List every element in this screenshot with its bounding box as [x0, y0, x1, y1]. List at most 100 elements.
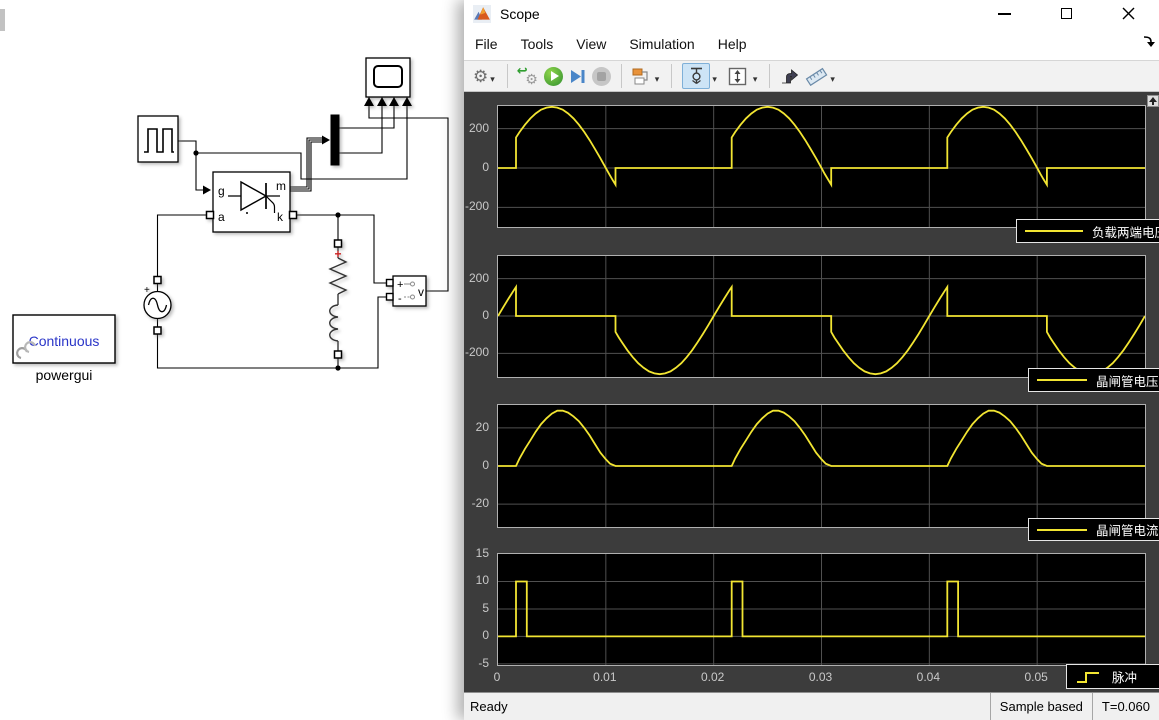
legend-line-icon — [1037, 378, 1087, 382]
x-axis-labels: 00.010.020.030.040.05 — [497, 670, 1159, 686]
scope-plot-load-voltage[interactable] — [497, 105, 1146, 228]
y-tick-label: 0 — [482, 628, 489, 642]
minimize-button[interactable] — [973, 0, 1035, 27]
status-sample-mode: Sample based — [990, 693, 1092, 720]
axes-menu-button[interactable] — [1147, 95, 1159, 107]
x-tick-label: 0.01 — [583, 670, 627, 684]
legend-label: 负载两端电压 — [1092, 222, 1159, 241]
y-tick-label: -20 — [472, 496, 489, 510]
terminal-k — [290, 212, 297, 219]
chevron-down-icon: ▾ — [753, 74, 758, 85]
trigger-button[interactable] — [777, 63, 802, 89]
resistor-icon — [330, 258, 346, 294]
menu-simulation[interactable]: Simulation — [629, 36, 694, 52]
vm-v-label: v — [418, 285, 424, 299]
chevron-down-icon: ▾ — [655, 74, 660, 85]
pulse-generator-block[interactable] — [138, 116, 178, 162]
zoom-y-button[interactable]: ▾ — [679, 63, 722, 89]
maximize-icon — [1061, 8, 1072, 19]
y-tick-label: 200 — [469, 271, 489, 285]
y-axis-labels-1: 200 0 -200 — [464, 105, 493, 228]
back-to-model-button[interactable]: ↩⚙ — [515, 63, 541, 89]
step-forward-icon — [569, 68, 586, 85]
y-tick-label: 200 — [469, 121, 489, 135]
legend-pulse[interactable]: 脉冲 — [1066, 664, 1159, 689]
scope-plot-thyristor-current[interactable] — [497, 404, 1146, 528]
waveform-svg — [498, 256, 1145, 377]
chevron-down-icon: ▾ — [830, 74, 835, 85]
window-title: Scope — [500, 6, 540, 22]
toolbar-overflow-icon[interactable] — [1142, 35, 1155, 49]
legend-label: 脉冲 — [1112, 667, 1137, 686]
powergui-mode-label: Continuous — [29, 333, 100, 349]
y-tick-label: -5 — [478, 656, 489, 670]
y-tick-label: -200 — [465, 199, 489, 213]
fit-to-view-icon — [728, 67, 747, 86]
vm-minus-label: - — [398, 293, 402, 305]
y-tick-label: 0 — [482, 160, 489, 174]
y-axis-labels-2: 2000-200 — [464, 255, 493, 378]
vm-terminal-minus — [387, 294, 394, 301]
legend-line-icon — [1037, 528, 1087, 532]
legend-load-voltage[interactable]: 负载两端电压 — [1016, 219, 1159, 243]
y-tick-label: 15 — [476, 546, 489, 560]
step-forward-button[interactable] — [566, 63, 589, 89]
powergui-name-label: powergui — [36, 367, 93, 383]
close-button[interactable] — [1097, 0, 1159, 27]
vm-plus-label: + — [397, 279, 403, 291]
arrow-up-icon — [1149, 97, 1157, 105]
x-tick-label: 0.04 — [906, 670, 950, 684]
demux-block[interactable] — [331, 115, 339, 165]
powergui-block[interactable]: Continuous — [13, 315, 115, 363]
thyristor-block[interactable]: g a m k — [207, 172, 297, 232]
menu-tools[interactable]: Tools — [521, 36, 554, 52]
scope-plot-pulse[interactable] — [497, 553, 1146, 666]
status-time: T=0.060 — [1092, 693, 1159, 720]
x-tick-label: 0.02 — [691, 670, 735, 684]
waveform-svg — [498, 106, 1145, 227]
legend-thyristor-voltage[interactable]: 晶闸管电压 — [1028, 368, 1159, 392]
scope-inport-3 — [389, 97, 399, 106]
menubar: File Tools View Simulation Help — [464, 27, 1159, 60]
port-label-k: k — [277, 210, 284, 224]
y-axis-labels-3: 200-20 — [464, 404, 493, 528]
menu-view[interactable]: View — [576, 36, 606, 52]
run-icon — [544, 67, 563, 86]
matlab-app-icon — [473, 5, 491, 23]
terminal-plus — [154, 277, 161, 284]
y-tick-label: 20 — [476, 420, 489, 434]
legend-line-icon — [1025, 229, 1083, 233]
rlc-terminal-top — [335, 240, 342, 247]
menu-file[interactable]: File — [475, 36, 498, 52]
minimize-icon — [998, 13, 1011, 15]
scope-plot-area: 2000-200 2000-200 200-20 151050-5 00.010… — [464, 92, 1159, 692]
measurements-button[interactable]: ▾ — [802, 63, 840, 89]
chevron-down-icon: ▾ — [712, 74, 717, 85]
menu-help[interactable]: Help — [718, 36, 747, 52]
maximize-button[interactable] — [1035, 0, 1097, 27]
titlebar: Scope — [464, 0, 1159, 27]
stop-button[interactable] — [589, 63, 614, 89]
signal-routing-button[interactable]: ▾ — [629, 63, 665, 89]
trigger-icon — [780, 67, 799, 85]
voltage-measurement-block[interactable]: + - v — [387, 276, 427, 306]
waveform-svg — [498, 405, 1145, 527]
terminal-a — [207, 212, 214, 219]
fit-to-view-button[interactable]: ▾ — [722, 63, 763, 89]
chevron-down-icon: ▾ — [490, 74, 495, 85]
vm-terminal-plus — [387, 280, 394, 287]
configuration-gear-button[interactable]: ⚙▾ — [470, 63, 500, 89]
scope-inport-1 — [364, 97, 374, 106]
y-tick-label: 10 — [476, 573, 489, 587]
run-button[interactable] — [541, 63, 566, 89]
y-tick-label: 0 — [482, 308, 489, 322]
y-axis-labels-4: 151050-5 — [464, 553, 493, 666]
statusbar: Ready Sample based T=0.060 — [464, 692, 1159, 720]
simulink-canvas[interactable]: .blk{filter:drop-shadow(2.5px 2.5px 1.5p… — [0, 0, 464, 720]
scope-block[interactable] — [364, 58, 412, 106]
legend-thyristor-current[interactable]: 晶闸管电流 — [1028, 518, 1159, 541]
port-label-a: a — [218, 210, 225, 224]
scope-plot-thyristor-voltage[interactable] — [497, 255, 1146, 378]
ruler-icon — [805, 67, 828, 86]
gear-icon: ⚙ — [473, 68, 488, 85]
